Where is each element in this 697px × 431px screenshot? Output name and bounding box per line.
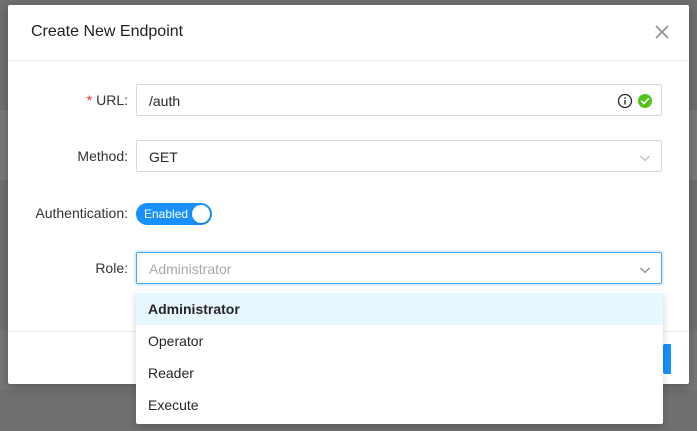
method-select[interactable]: GET — [136, 140, 662, 172]
url-input[interactable]: /auth — [136, 84, 662, 116]
method-select-value: GET — [149, 149, 178, 165]
dropdown-option-operator[interactable]: Operator — [136, 325, 663, 357]
role-select-placeholder: Administrator — [149, 261, 232, 277]
role-form-row: Role: Administrator — [8, 252, 689, 284]
dropdown-option-reader[interactable]: Reader — [136, 357, 663, 389]
chevron-down-icon — [639, 263, 651, 275]
check-circle-icon — [637, 93, 653, 109]
dropdown-option-execute[interactable]: Execute — [136, 389, 663, 421]
submit-button[interactable] — [663, 344, 671, 374]
close-icon[interactable] — [650, 20, 674, 44]
dropdown-option-administrator[interactable]: Administrator — [136, 293, 663, 325]
switch-knob — [192, 205, 210, 223]
required-mark: * — [86, 92, 93, 108]
role-select[interactable]: Administrator — [136, 252, 662, 284]
url-input-value: /auth — [149, 93, 181, 109]
modal-header: Create New Endpoint — [8, 5, 689, 61]
switch-label: Enabled — [144, 207, 189, 221]
authentication-form-row: Authentication: Enabled — [8, 201, 689, 233]
role-dropdown-menu: Administrator Operator Reader Execute — [136, 291, 663, 424]
url-label: * URL: — [86, 92, 128, 108]
method-label: Method: — [77, 148, 128, 164]
authentication-switch[interactable]: Enabled — [136, 203, 212, 225]
modal-title: Create New Endpoint — [31, 23, 184, 40]
method-form-row: Method: GET — [8, 140, 689, 172]
chevron-down-icon — [639, 151, 651, 163]
info-icon[interactable] — [617, 93, 633, 109]
url-form-row: * URL: /auth — [8, 84, 689, 116]
authentication-label: Authentication: — [35, 205, 128, 221]
role-label: Role: — [95, 260, 128, 276]
